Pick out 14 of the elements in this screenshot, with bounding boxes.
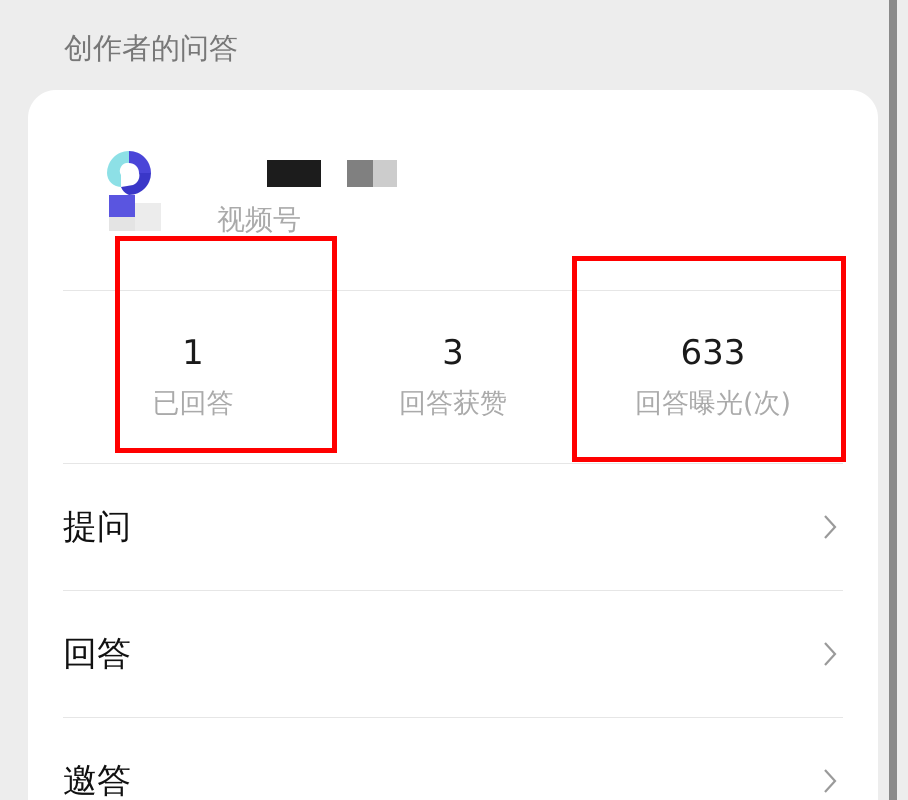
stat-label: 回答获赞 [399,387,507,421]
stat-value: 633 [680,333,746,373]
chevron-icon [823,768,837,794]
account-type: 视频号 [217,202,302,238]
chevron-icon [823,641,837,667]
stat-value: 1 [182,333,204,373]
stat-label: 回答曝光(次) [634,387,792,421]
stat-label: 已回答 [152,387,234,421]
menu-item[interactable]: 邀答 [63,718,843,800]
section-title: 创作者的问答 [63,30,239,67]
stat-value: 3 [442,333,464,373]
menu-item[interactable]: 提问 [63,464,843,591]
menu-item[interactable]: 回答 [63,591,843,718]
chevron-icon [823,514,837,540]
